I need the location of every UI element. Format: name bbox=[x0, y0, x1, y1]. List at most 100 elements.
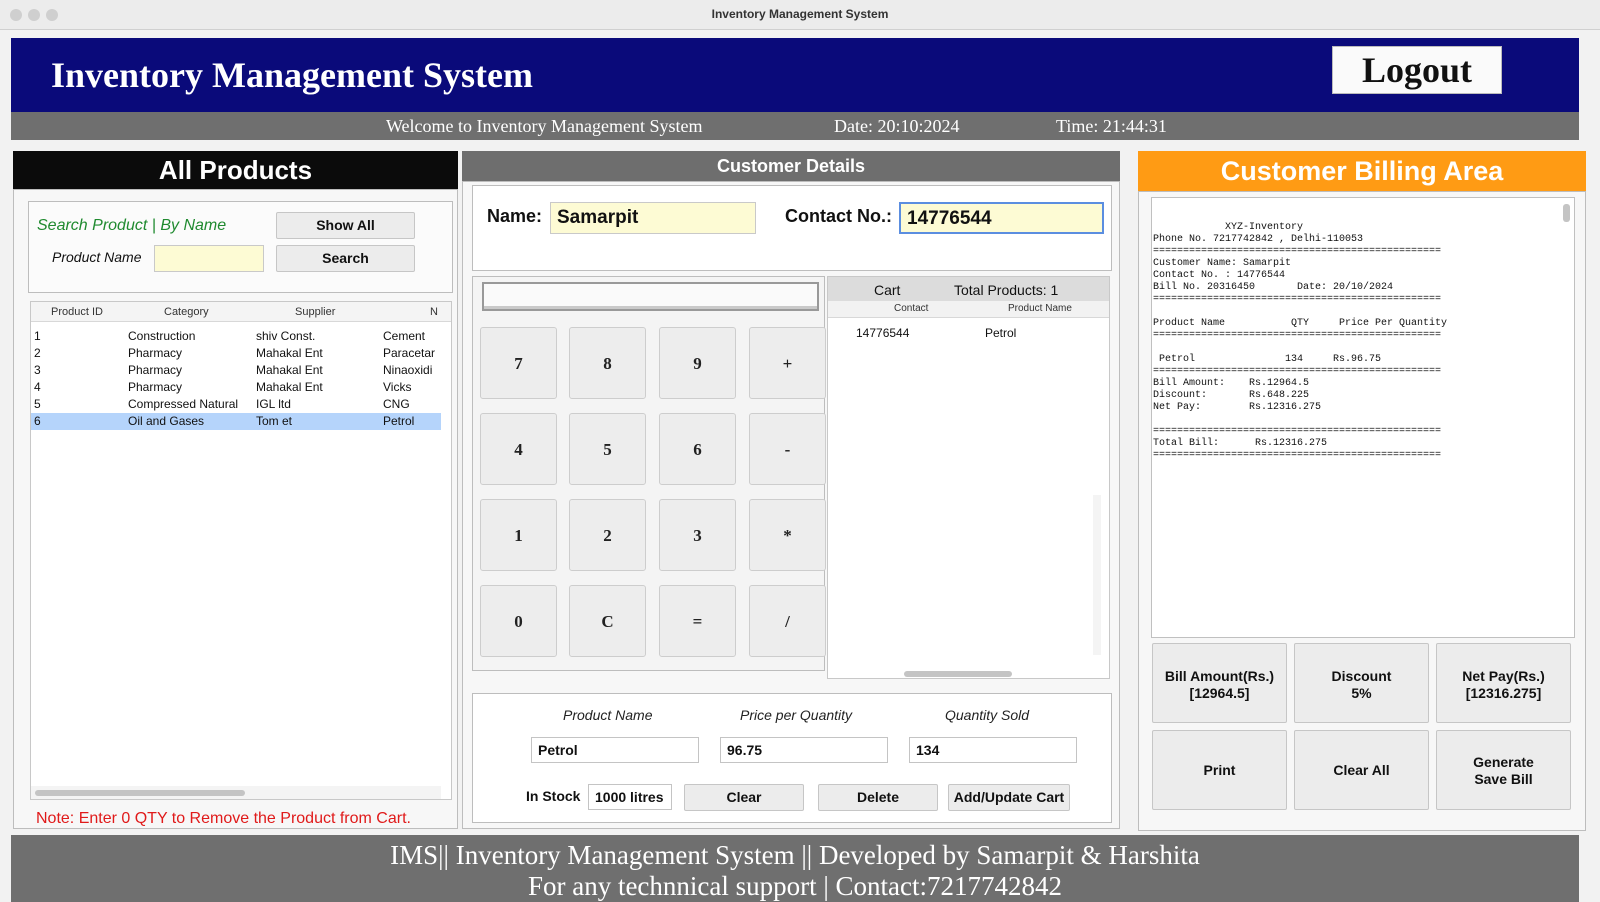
logout-button[interactable]: Logout bbox=[1332, 46, 1502, 94]
contact-no-input[interactable]: 14776544 bbox=[899, 202, 1104, 234]
status-bar: Welcome to Inventory Management System D… bbox=[11, 112, 1579, 140]
bill-line: Petrol 134 Rs.96.75 bbox=[1153, 354, 1382, 365]
search-button[interactable]: Search bbox=[276, 245, 415, 272]
calc-key-plus[interactable]: + bbox=[749, 327, 826, 399]
app-header: Inventory Management System Logout bbox=[11, 38, 1579, 112]
table-row[interactable]: 5 Compressed Natural IGL ltd CNG bbox=[31, 396, 441, 413]
calc-key-4[interactable]: 4 bbox=[480, 413, 557, 485]
bill-line: Bill Amount: Rs.12964.5 bbox=[1153, 378, 1310, 389]
product-name-label: Product Name bbox=[52, 249, 142, 265]
table-row[interactable]: 3 Pharmacy Mahakal Ent Ninaoxidi bbox=[31, 362, 441, 379]
form-product-name-label: Product Name bbox=[563, 707, 653, 723]
calc-key-5[interactable]: 5 bbox=[569, 413, 646, 485]
bill-text: XYZ-Inventory Phone No. 7217742842 , Delh… bbox=[1153, 222, 1558, 462]
form-qty-label: Quantity Sold bbox=[945, 707, 1030, 723]
horizontal-scrollbar[interactable] bbox=[31, 786, 441, 799]
bill-line bbox=[1153, 342, 1558, 354]
products-table-header: Product ID Category Supplier N bbox=[31, 302, 451, 322]
calc-key-8[interactable]: 8 bbox=[569, 327, 646, 399]
bill-line: Customer Name: Samarpit bbox=[1153, 258, 1292, 269]
date-text: Date: 20:10:2024 bbox=[834, 116, 960, 136]
cart-header: Cart Total Products: 1 bbox=[828, 277, 1109, 301]
bill-line: Product Name QTY Price Per Quantity bbox=[1153, 318, 1448, 329]
bill-line bbox=[1153, 306, 1558, 318]
calc-key-2[interactable]: 2 bbox=[569, 499, 646, 571]
in-stock-label: In Stock bbox=[526, 788, 581, 804]
calculator-display[interactable] bbox=[482, 282, 819, 311]
discount-display: Discount 5% bbox=[1294, 643, 1429, 723]
bill-amount-display: Bill Amount(Rs.) [12964.5] bbox=[1152, 643, 1287, 723]
calc-key-1[interactable]: 1 bbox=[480, 499, 557, 571]
form-qty-input[interactable]: 134 bbox=[909, 737, 1077, 763]
cart-panel: Cart Total Products: 1 Contact Product N… bbox=[827, 276, 1110, 679]
calc-key-6[interactable]: 6 bbox=[659, 413, 736, 485]
time-text: Time: 21:44:31 bbox=[1056, 116, 1167, 136]
cart-horizontal-scrollbar[interactable] bbox=[904, 671, 1012, 677]
calc-key-3[interactable]: 3 bbox=[659, 499, 736, 571]
generate-save-bill-button[interactable]: Generate Save Bill bbox=[1436, 730, 1571, 810]
form-product-name-input[interactable]: Petrol bbox=[531, 737, 699, 763]
table-row[interactable]: 1 Construction shiv Const. Cement bbox=[31, 328, 441, 345]
product-name-search-input[interactable] bbox=[154, 245, 264, 272]
bill-line: Phone No. 7217742842 , Delhi-110053 bbox=[1153, 234, 1364, 245]
calc-key-divide[interactable]: / bbox=[749, 585, 826, 657]
contact-no-label: Contact No.: bbox=[785, 206, 892, 226]
col-name[interactable]: N bbox=[430, 306, 438, 318]
bill-line: Total Bill: Rs.12316.275 bbox=[1153, 438, 1328, 449]
table-row[interactable]: 2 Pharmacy Mahakal Ent Paracetar bbox=[31, 345, 441, 362]
calc-key-9[interactable]: 9 bbox=[659, 327, 736, 399]
delete-button[interactable]: Delete bbox=[818, 784, 938, 811]
bill-line: ========================================… bbox=[1153, 294, 1442, 305]
col-category[interactable]: Category bbox=[164, 306, 209, 318]
app-title: Inventory Management System bbox=[51, 55, 533, 95]
bill-line: Discount: Rs.648.225 bbox=[1153, 390, 1310, 401]
scrollbar-thumb[interactable] bbox=[35, 790, 245, 796]
welcome-text: Welcome to Inventory Management System bbox=[386, 116, 703, 136]
bill-line: Net Pay: Rs.12316.275 bbox=[1153, 402, 1322, 413]
bill-line: Contact No. : 14776544 bbox=[1153, 270, 1286, 281]
print-button[interactable]: Print bbox=[1152, 730, 1287, 810]
form-price-input[interactable]: 96.75 bbox=[720, 737, 888, 763]
col-product-id[interactable]: Product ID bbox=[51, 306, 103, 318]
customer-name-label: Name: bbox=[487, 206, 543, 226]
all-products-heading: All Products bbox=[13, 151, 458, 189]
bill-line: XYZ-Inventory bbox=[1153, 222, 1304, 233]
cart-title: Cart bbox=[874, 282, 901, 298]
calc-key-0[interactable]: 0 bbox=[480, 585, 557, 657]
window-titlebar: Inventory Management System bbox=[0, 0, 1600, 30]
calc-key-clear[interactable]: C bbox=[569, 585, 646, 657]
products-table[interactable]: Product ID Category Supplier N 1 Construc… bbox=[30, 301, 452, 800]
form-price-label: Price per Quantity bbox=[740, 707, 853, 723]
remove-note: Note: Enter 0 QTY to Remove the Product … bbox=[36, 810, 411, 827]
net-pay-display: Net Pay(Rs.) [12316.275] bbox=[1436, 643, 1571, 723]
calc-key-multiply[interactable]: * bbox=[749, 499, 826, 571]
footer-support: For any technnical support | Contact:721… bbox=[527, 871, 1063, 901]
customer-name-input[interactable]: Samarpit bbox=[550, 202, 756, 234]
footer: IMS|| Inventory Management System || Dev… bbox=[11, 835, 1579, 902]
bill-scrollbar[interactable] bbox=[1563, 204, 1570, 222]
show-all-button[interactable]: Show All bbox=[276, 212, 415, 239]
window-title: Inventory Management System bbox=[711, 7, 889, 21]
calc-key-equals[interactable]: = bbox=[659, 585, 736, 657]
customer-details-heading: Customer Details bbox=[462, 151, 1120, 181]
cart-col-product-name[interactable]: Product Name bbox=[1008, 303, 1072, 314]
cart-col-contact[interactable]: Contact bbox=[894, 303, 928, 314]
in-stock-value: 1000 litres bbox=[588, 784, 672, 810]
cart-row[interactable]: 14776544 Petrol bbox=[828, 325, 1109, 342]
bill-line: Bill No. 20316450 Date: 20/10/2024 bbox=[1153, 282, 1394, 293]
clear-all-button[interactable]: Clear All bbox=[1294, 730, 1429, 810]
billing-heading: Customer Billing Area bbox=[1138, 151, 1586, 191]
calc-key-minus[interactable]: - bbox=[749, 413, 826, 485]
calc-key-7[interactable]: 7 bbox=[480, 327, 557, 399]
col-supplier[interactable]: Supplier bbox=[295, 306, 335, 318]
cart-vertical-scrollbar[interactable] bbox=[1093, 495, 1101, 655]
table-row[interactable]: 4 Pharmacy Mahakal Ent Vicks bbox=[31, 379, 441, 396]
bill-line: ========================================… bbox=[1153, 450, 1442, 461]
clear-button[interactable]: Clear bbox=[684, 784, 804, 811]
footer-credits: IMS|| Inventory Management System || Dev… bbox=[390, 840, 1200, 870]
bill-line: ========================================… bbox=[1153, 246, 1442, 257]
table-row-selected[interactable]: 6 Oil and Gases Tom et Petrol bbox=[31, 413, 441, 430]
bill-line: ========================================… bbox=[1153, 330, 1442, 341]
add-update-cart-button[interactable]: Add/Update Cart bbox=[948, 784, 1070, 811]
search-label: Search Product | By Name bbox=[37, 217, 227, 234]
